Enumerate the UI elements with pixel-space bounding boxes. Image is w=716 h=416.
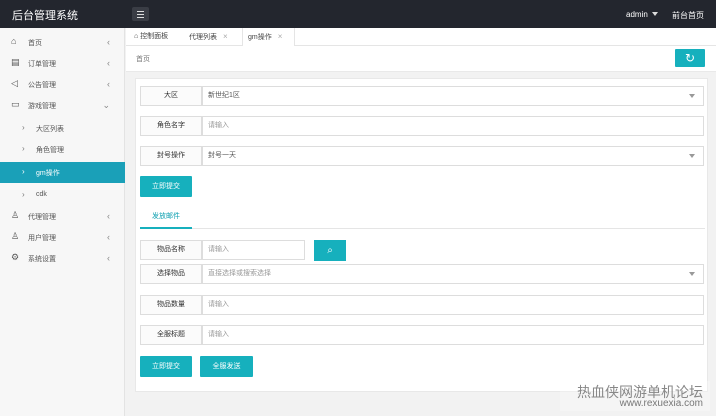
active-tab-underline bbox=[140, 227, 192, 229]
region-select[interactable]: 新世纪1区 bbox=[202, 86, 704, 106]
role-input[interactable]: 请输入 bbox=[202, 116, 704, 136]
search-button[interactable]: ⌕ bbox=[314, 240, 346, 261]
close-icon[interactable]: × bbox=[278, 32, 283, 41]
mail-title-input[interactable]: 请输入 bbox=[202, 325, 704, 345]
ban-select[interactable]: 封号一天 bbox=[202, 146, 704, 166]
tab-gm-operation[interactable]: gm操作 × bbox=[242, 28, 295, 46]
choose-item-select[interactable]: 直接选择或搜索选择 bbox=[202, 264, 704, 284]
chevron-left-icon: ‹ bbox=[107, 37, 110, 47]
sidebar-item-home[interactable]: ⌂ 首页 ‹ bbox=[0, 32, 125, 53]
sidebar: ⌂ 首页 ‹ ▤ 订单管理 ‹ ◁ 公告管理 ‹ ▭ 游戏管理 ⌄ › 大区列表 › 角色管理 › g… bbox=[0, 28, 125, 416]
user-menu[interactable]: admin bbox=[626, 10, 658, 19]
gear-icon: ⚙ bbox=[11, 252, 20, 262]
breadcrumb-home[interactable]: 首页 bbox=[136, 54, 150, 64]
sidebar-item-orders[interactable]: ▤ 订单管理 ‹ bbox=[0, 53, 125, 74]
sidebar-item-agents[interactable]: ♙ 代理管理 ‹ bbox=[0, 206, 125, 227]
chevron-left-icon: ‹ bbox=[107, 79, 110, 89]
tab-dashboard[interactable]: ⌂ 控制面板 bbox=[134, 28, 168, 46]
choose-item-label: 选择物品 bbox=[140, 264, 202, 284]
submit-ban-button[interactable]: 立即提交 bbox=[140, 176, 192, 197]
refresh-icon: ↻ bbox=[684, 51, 696, 65]
watermark: 热血侠网游单机论坛 www.rexuexia.com bbox=[560, 381, 710, 411]
sidebar-item-games[interactable]: ▭ 游戏管理 ⌄ bbox=[0, 95, 125, 116]
chevron-down-icon: ⌄ bbox=[102, 100, 110, 110]
chevron-down-icon bbox=[651, 12, 658, 16]
ban-label: 封号操作 bbox=[140, 146, 202, 166]
chevron-left-icon: ‹ bbox=[107, 232, 110, 242]
chevron-right-icon: › bbox=[22, 123, 25, 132]
home-icon: ⌂ bbox=[11, 36, 17, 46]
chevron-down-icon bbox=[689, 94, 695, 98]
region-label: 大区 bbox=[140, 86, 202, 106]
chevron-left-icon: ‹ bbox=[107, 253, 110, 263]
sidebar-item-cdk[interactable]: › cdk bbox=[0, 185, 125, 206]
search-icon: ⌕ bbox=[327, 245, 333, 256]
breadcrumb: 首页 ↻ bbox=[126, 46, 716, 72]
mail-title-label: 全服标题 bbox=[140, 325, 202, 345]
watermark-url: www.rexuexia.com bbox=[619, 398, 703, 409]
front-home-link[interactable]: 前台首页 bbox=[672, 10, 704, 21]
tab-agent-list[interactable]: 代理列表 × bbox=[189, 28, 228, 46]
item-name-input[interactable]: 请输入 bbox=[202, 240, 305, 260]
chevron-right-icon: › bbox=[22, 167, 25, 176]
sidebar-item-announcements[interactable]: ◁ 公告管理 ‹ bbox=[0, 74, 125, 95]
speaker-icon: ◁ bbox=[11, 78, 18, 88]
chevron-right-icon: › bbox=[22, 190, 25, 199]
chevron-right-icon: › bbox=[22, 144, 25, 153]
sidebar-item-gm-operation[interactable]: › gm操作 bbox=[0, 162, 125, 183]
sidebar-item-role-management[interactable]: › 角色管理 bbox=[0, 139, 125, 160]
submit-mail-button[interactable]: 立即提交 bbox=[140, 356, 192, 377]
tab-send-mail[interactable]: 发放邮件 bbox=[152, 211, 180, 221]
user-icon: ♙ bbox=[11, 210, 20, 220]
refresh-button[interactable]: ↻ bbox=[675, 49, 705, 67]
role-label: 角色名字 bbox=[140, 116, 202, 136]
user-icon: ♙ bbox=[11, 231, 20, 241]
sidebar-item-users[interactable]: ♙ 用户管理 ‹ bbox=[0, 227, 125, 248]
send-all-button[interactable]: 全服发送 bbox=[200, 356, 253, 377]
sidebar-item-settings[interactable]: ⚙ 系统设置 ‹ bbox=[0, 248, 125, 269]
sidebar-item-region-list[interactable]: › 大区列表 bbox=[0, 118, 125, 139]
user-name: admin bbox=[626, 10, 648, 19]
quantity-input[interactable]: 请输入 bbox=[202, 295, 704, 315]
chevron-left-icon: ‹ bbox=[107, 211, 110, 221]
app-title: 后台管理系统 bbox=[12, 10, 78, 22]
close-icon[interactable]: × bbox=[223, 32, 228, 41]
tab-bar: ⌂ 控制面板 代理列表 × gm操作 × bbox=[126, 28, 716, 46]
section-divider bbox=[140, 228, 705, 229]
menu-toggle-icon[interactable] bbox=[132, 7, 149, 21]
server-icon: ▭ bbox=[11, 99, 20, 109]
item-name-label: 物品名称 bbox=[140, 240, 202, 260]
chevron-down-icon bbox=[689, 272, 695, 276]
chevron-left-icon: ‹ bbox=[107, 58, 110, 68]
top-bar: 后台管理系统 admin 前台首页 bbox=[0, 0, 716, 28]
file-icon: ▤ bbox=[11, 57, 20, 67]
chevron-down-icon bbox=[689, 154, 695, 158]
quantity-label: 物品数量 bbox=[140, 295, 202, 315]
